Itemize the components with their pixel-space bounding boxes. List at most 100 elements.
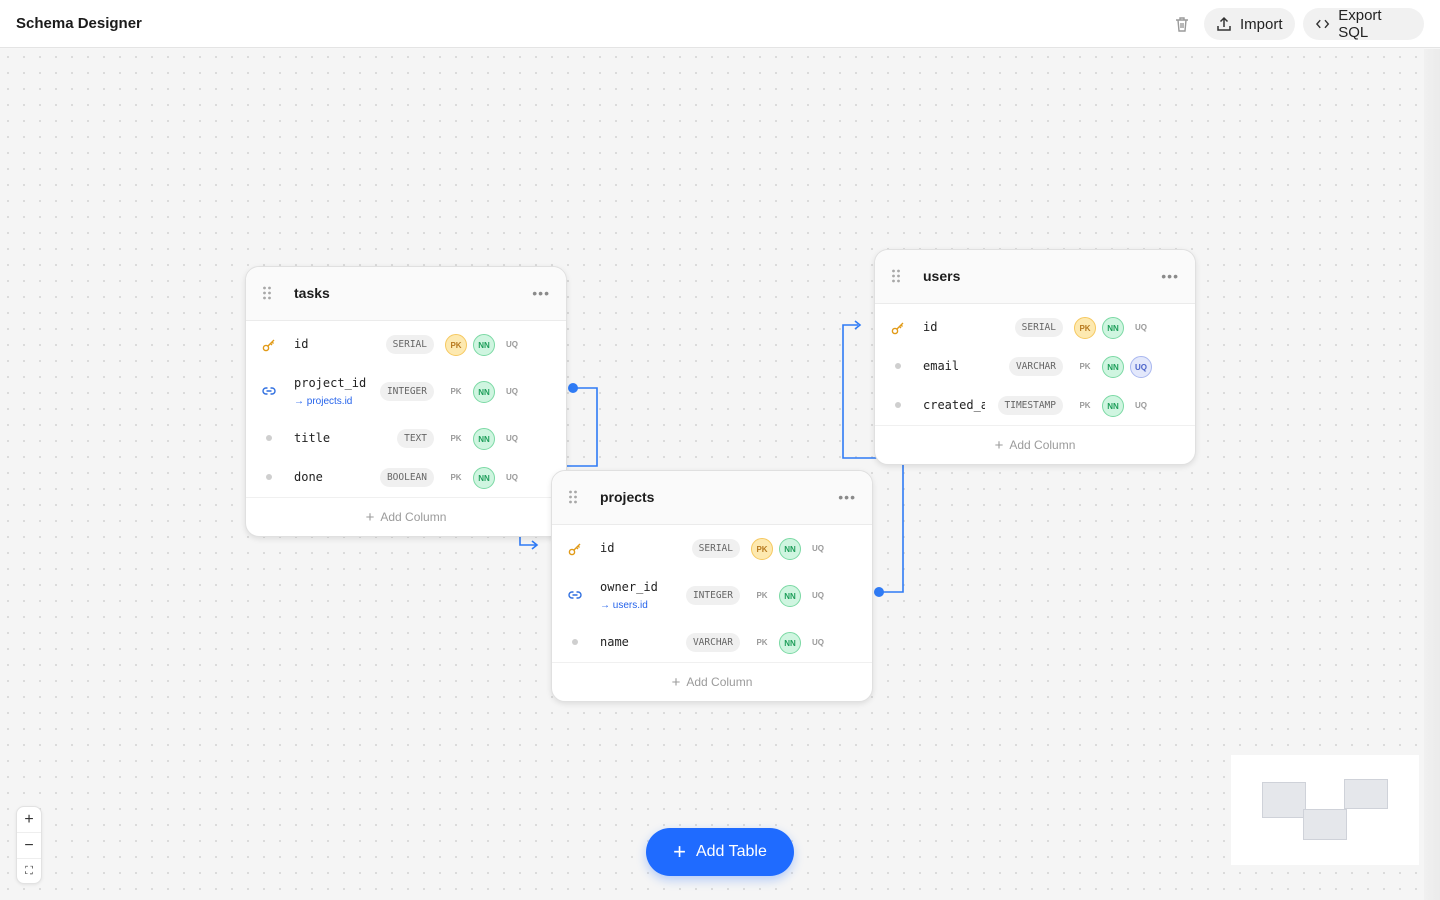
trash-icon[interactable] <box>1172 14 1192 34</box>
uq-toggle[interactable]: UQ <box>1130 317 1152 339</box>
nn-toggle[interactable]: NN <box>1102 356 1124 378</box>
pk-toggle[interactable]: PK <box>445 428 467 450</box>
column-type[interactable]: BOOLEAN <box>379 468 434 487</box>
nn-toggle[interactable]: NN <box>473 428 495 450</box>
plus-icon: + <box>671 674 681 691</box>
column-type[interactable]: TIMESTAMP <box>997 396 1063 415</box>
uq-toggle[interactable]: UQ <box>501 467 523 489</box>
column-type[interactable]: VARCHAR <box>685 633 740 652</box>
column-type[interactable]: INTEGER <box>685 586 740 605</box>
uq-toggle[interactable]: UQ <box>501 428 523 450</box>
drag-handle-icon[interactable] <box>262 285 272 301</box>
column-type[interactable]: SERIAL <box>691 539 740 558</box>
column-list: id SERIAL PK NN UQ email VARCHAR PK NN U… <box>875 304 1195 425</box>
uq-toggle[interactable]: UQ <box>807 538 829 560</box>
column-type[interactable]: VARCHAR <box>1008 357 1063 376</box>
add-table-button[interactable]: + Add Table <box>646 828 794 876</box>
pk-toggle[interactable]: PK <box>751 538 773 560</box>
minimap-table-tasks <box>1262 782 1306 818</box>
import-label: Import <box>1240 15 1283 33</box>
vertical-scrollbar[interactable] <box>1424 49 1440 900</box>
column-row[interactable]: name VARCHAR PK NN UQ <box>552 623 872 662</box>
nn-toggle[interactable]: NN <box>473 467 495 489</box>
column-type[interactable]: SERIAL <box>385 335 434 354</box>
pk-toggle[interactable]: PK <box>445 334 467 356</box>
table-card-users[interactable]: users ••• id SERIAL PK NN UQ email VARCH… <box>874 249 1196 465</box>
table-card-tasks[interactable]: tasks ••• id SERIAL PK NN UQ project_id … <box>245 266 567 537</box>
add-table-label: Add Table <box>695 843 767 860</box>
drag-handle-icon[interactable] <box>891 268 901 284</box>
pk-toggle[interactable]: PK <box>751 632 773 654</box>
nn-toggle[interactable]: NN <box>473 334 495 356</box>
column-name[interactable]: name <box>600 635 629 649</box>
uq-toggle[interactable]: UQ <box>501 334 523 356</box>
zoom-out-button[interactable]: − <box>17 833 41 859</box>
nn-toggle[interactable]: NN <box>1102 317 1124 339</box>
column-name[interactable]: created_a <box>923 398 985 412</box>
table-card-projects[interactable]: projects ••• id SERIAL PK NN UQ owner_id… <box>551 470 873 702</box>
key-icon <box>568 543 581 556</box>
more-icon[interactable]: ••• <box>532 285 550 301</box>
table-header[interactable]: tasks ••• <box>246 267 566 321</box>
column-type[interactable]: INTEGER <box>379 382 434 401</box>
column-type[interactable]: TEXT <box>397 429 434 448</box>
column-row[interactable]: project_id → projects.id INTEGER PK NN U… <box>246 364 566 419</box>
column-name[interactable]: id <box>923 320 937 334</box>
uq-toggle[interactable]: UQ <box>501 381 523 403</box>
column-row[interactable]: created_a TIMESTAMP PK NN UQ <box>875 386 1195 425</box>
nn-toggle[interactable]: NN <box>779 585 801 607</box>
export-sql-button[interactable]: Export SQL <box>1303 7 1424 41</box>
column-name[interactable]: owner_id <box>600 580 658 594</box>
column-row[interactable]: done BOOLEAN PK NN UQ <box>246 458 566 497</box>
plus-icon: + <box>673 839 686 864</box>
table-name[interactable]: users <box>923 268 960 284</box>
add-column-button[interactable]: + Add Column <box>552 662 872 701</box>
add-column-button[interactable]: + Add Column <box>246 497 566 536</box>
nn-toggle[interactable]: NN <box>779 538 801 560</box>
uq-toggle[interactable]: UQ <box>807 585 829 607</box>
pk-toggle[interactable]: PK <box>1074 356 1096 378</box>
pk-toggle[interactable]: PK <box>445 467 467 489</box>
column-name[interactable]: id <box>600 541 614 555</box>
pk-toggle[interactable]: PK <box>445 381 467 403</box>
fit-view-button[interactable]: ⛶ <box>17 859 41 884</box>
column-row[interactable]: email VARCHAR PK NN UQ <box>875 347 1195 386</box>
column-row[interactable]: owner_id → users.id INTEGER PK NN UQ <box>552 568 872 623</box>
more-icon[interactable]: ••• <box>1161 268 1179 284</box>
add-column-label: Add Column <box>380 510 447 524</box>
column-row[interactable]: id SERIAL PK NN UQ <box>875 308 1195 347</box>
table-name[interactable]: tasks <box>294 285 330 301</box>
uq-toggle[interactable]: UQ <box>1130 356 1152 378</box>
minimap[interactable] <box>1231 755 1419 865</box>
upload-icon <box>1217 16 1231 31</box>
more-icon[interactable]: ••• <box>838 489 856 505</box>
uq-toggle[interactable]: UQ <box>1130 395 1152 417</box>
column-name[interactable]: email <box>923 359 959 373</box>
column-dot-icon <box>572 639 578 645</box>
pk-toggle[interactable]: PK <box>1074 395 1096 417</box>
column-name[interactable]: project_id <box>294 376 366 390</box>
table-header[interactable]: projects ••• <box>552 471 872 525</box>
column-row[interactable]: id SERIAL PK NN UQ <box>552 529 872 568</box>
add-column-button[interactable]: + Add Column <box>875 425 1195 464</box>
column-row[interactable]: id SERIAL PK NN UQ <box>246 325 566 364</box>
foreign-key-reference[interactable]: → projects.id <box>294 396 352 407</box>
zoom-in-button[interactable]: + <box>17 807 41 833</box>
uq-toggle[interactable]: UQ <box>807 632 829 654</box>
import-button[interactable]: Import <box>1204 8 1295 40</box>
column-type[interactable]: SERIAL <box>1014 318 1063 337</box>
column-name[interactable]: done <box>294 470 323 484</box>
drag-handle-icon[interactable] <box>568 489 578 505</box>
table-header[interactable]: users ••• <box>875 250 1195 304</box>
foreign-key-reference[interactable]: → users.id <box>600 600 648 611</box>
nn-toggle[interactable]: NN <box>473 381 495 403</box>
zoom-controls: + − ⛶ <box>16 806 42 884</box>
pk-toggle[interactable]: PK <box>1074 317 1096 339</box>
column-name[interactable]: id <box>294 337 308 351</box>
nn-toggle[interactable]: NN <box>779 632 801 654</box>
nn-toggle[interactable]: NN <box>1102 395 1124 417</box>
column-row[interactable]: title TEXT PK NN UQ <box>246 419 566 458</box>
pk-toggle[interactable]: PK <box>751 585 773 607</box>
column-name[interactable]: title <box>294 431 330 445</box>
table-name[interactable]: projects <box>600 489 654 505</box>
